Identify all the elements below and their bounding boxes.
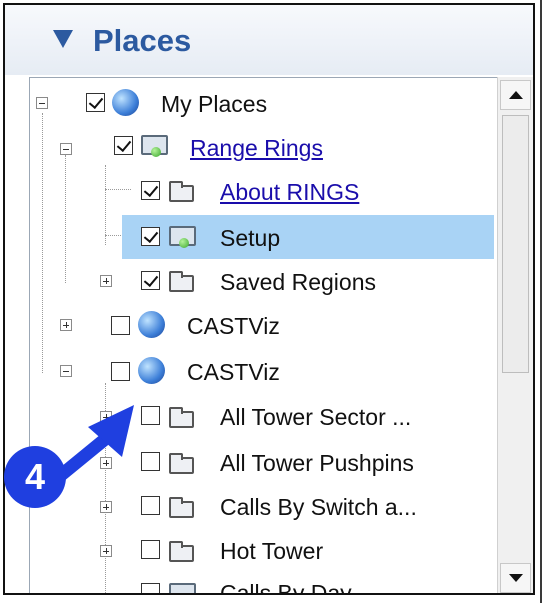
folder-icon [169,497,194,518]
tree-item-about-rings[interactable]: About RINGS [220,179,359,206]
folder-icon [169,271,194,292]
tree-line [105,165,106,245]
checkbox-castviz-2[interactable] [111,362,130,381]
folder-icon [169,541,194,562]
places-title: Places [93,23,192,58]
scroll-up-button[interactable] [500,80,531,110]
network-folder-icon [141,135,168,157]
globe-icon [138,357,165,384]
tree-item-castviz-2[interactable]: CASTViz [187,359,280,386]
collapse-toggle[interactable] [60,365,72,377]
tree-item-calls-by-day[interactable]: Calls By Day [220,580,352,593]
checkbox-castviz-1[interactable] [111,316,130,335]
globe-icon [138,311,165,338]
checkbox-all-tower-pushpins[interactable] [141,452,160,471]
checkbox-range-rings[interactable] [114,136,133,155]
network-folder-icon [169,583,196,593]
checkbox-setup[interactable] [141,227,160,246]
collapse-triangle-icon[interactable] [53,30,73,48]
checkbox-calls-by-switch[interactable] [141,496,160,515]
tree-item-my-places[interactable]: My Places [161,91,267,118]
checkbox-calls-by-day[interactable] [141,583,160,593]
tree-item-calls-by-switch[interactable]: Calls By Switch a... [220,494,417,521]
checkbox-about-rings[interactable] [141,181,160,200]
checkbox-saved-regions[interactable] [141,271,160,290]
tree-item-all-tower-sector[interactable]: All Tower Sector ... [220,404,411,431]
tree-line [42,113,43,373]
tree-item-range-rings[interactable]: Range Rings [190,135,323,162]
network-folder-icon [169,226,196,248]
scroll-down-button[interactable] [500,563,531,593]
tree-item-setup[interactable]: Setup [220,225,280,252]
tree-line [105,189,131,190]
collapse-toggle[interactable] [36,97,48,109]
checkbox-all-tower-sector[interactable] [141,406,160,425]
expand-toggle[interactable] [100,457,112,469]
scroll-thumb[interactable] [502,115,529,373]
expand-toggle[interactable] [60,319,72,331]
expand-toggle[interactable] [100,545,112,557]
expand-toggle[interactable] [100,275,112,287]
collapse-toggle[interactable] [60,143,72,155]
vertical-scrollbar[interactable] [497,77,533,593]
folder-icon [169,407,194,428]
checkbox-my-places[interactable] [86,93,105,112]
tree-line [65,155,66,283]
tree-item-hot-tower[interactable]: Hot Tower [220,538,323,565]
expand-toggle[interactable] [100,411,112,423]
places-panel: Places My Places Range Rings About RINGS… [3,3,535,595]
folder-icon [169,453,194,474]
checkbox-hot-tower[interactable] [141,540,160,559]
step-number-badge: 4 [4,446,66,508]
expand-toggle[interactable] [100,501,112,513]
places-header[interactable]: Places [5,5,533,75]
window-edge [540,0,542,603]
globe-icon [112,89,139,116]
tree-item-all-tower-pushpins[interactable]: All Tower Pushpins [220,450,414,477]
tree-item-saved-regions[interactable]: Saved Regions [220,269,376,296]
folder-icon [169,181,194,202]
tree-item-castviz-1[interactable]: CASTViz [187,313,280,340]
